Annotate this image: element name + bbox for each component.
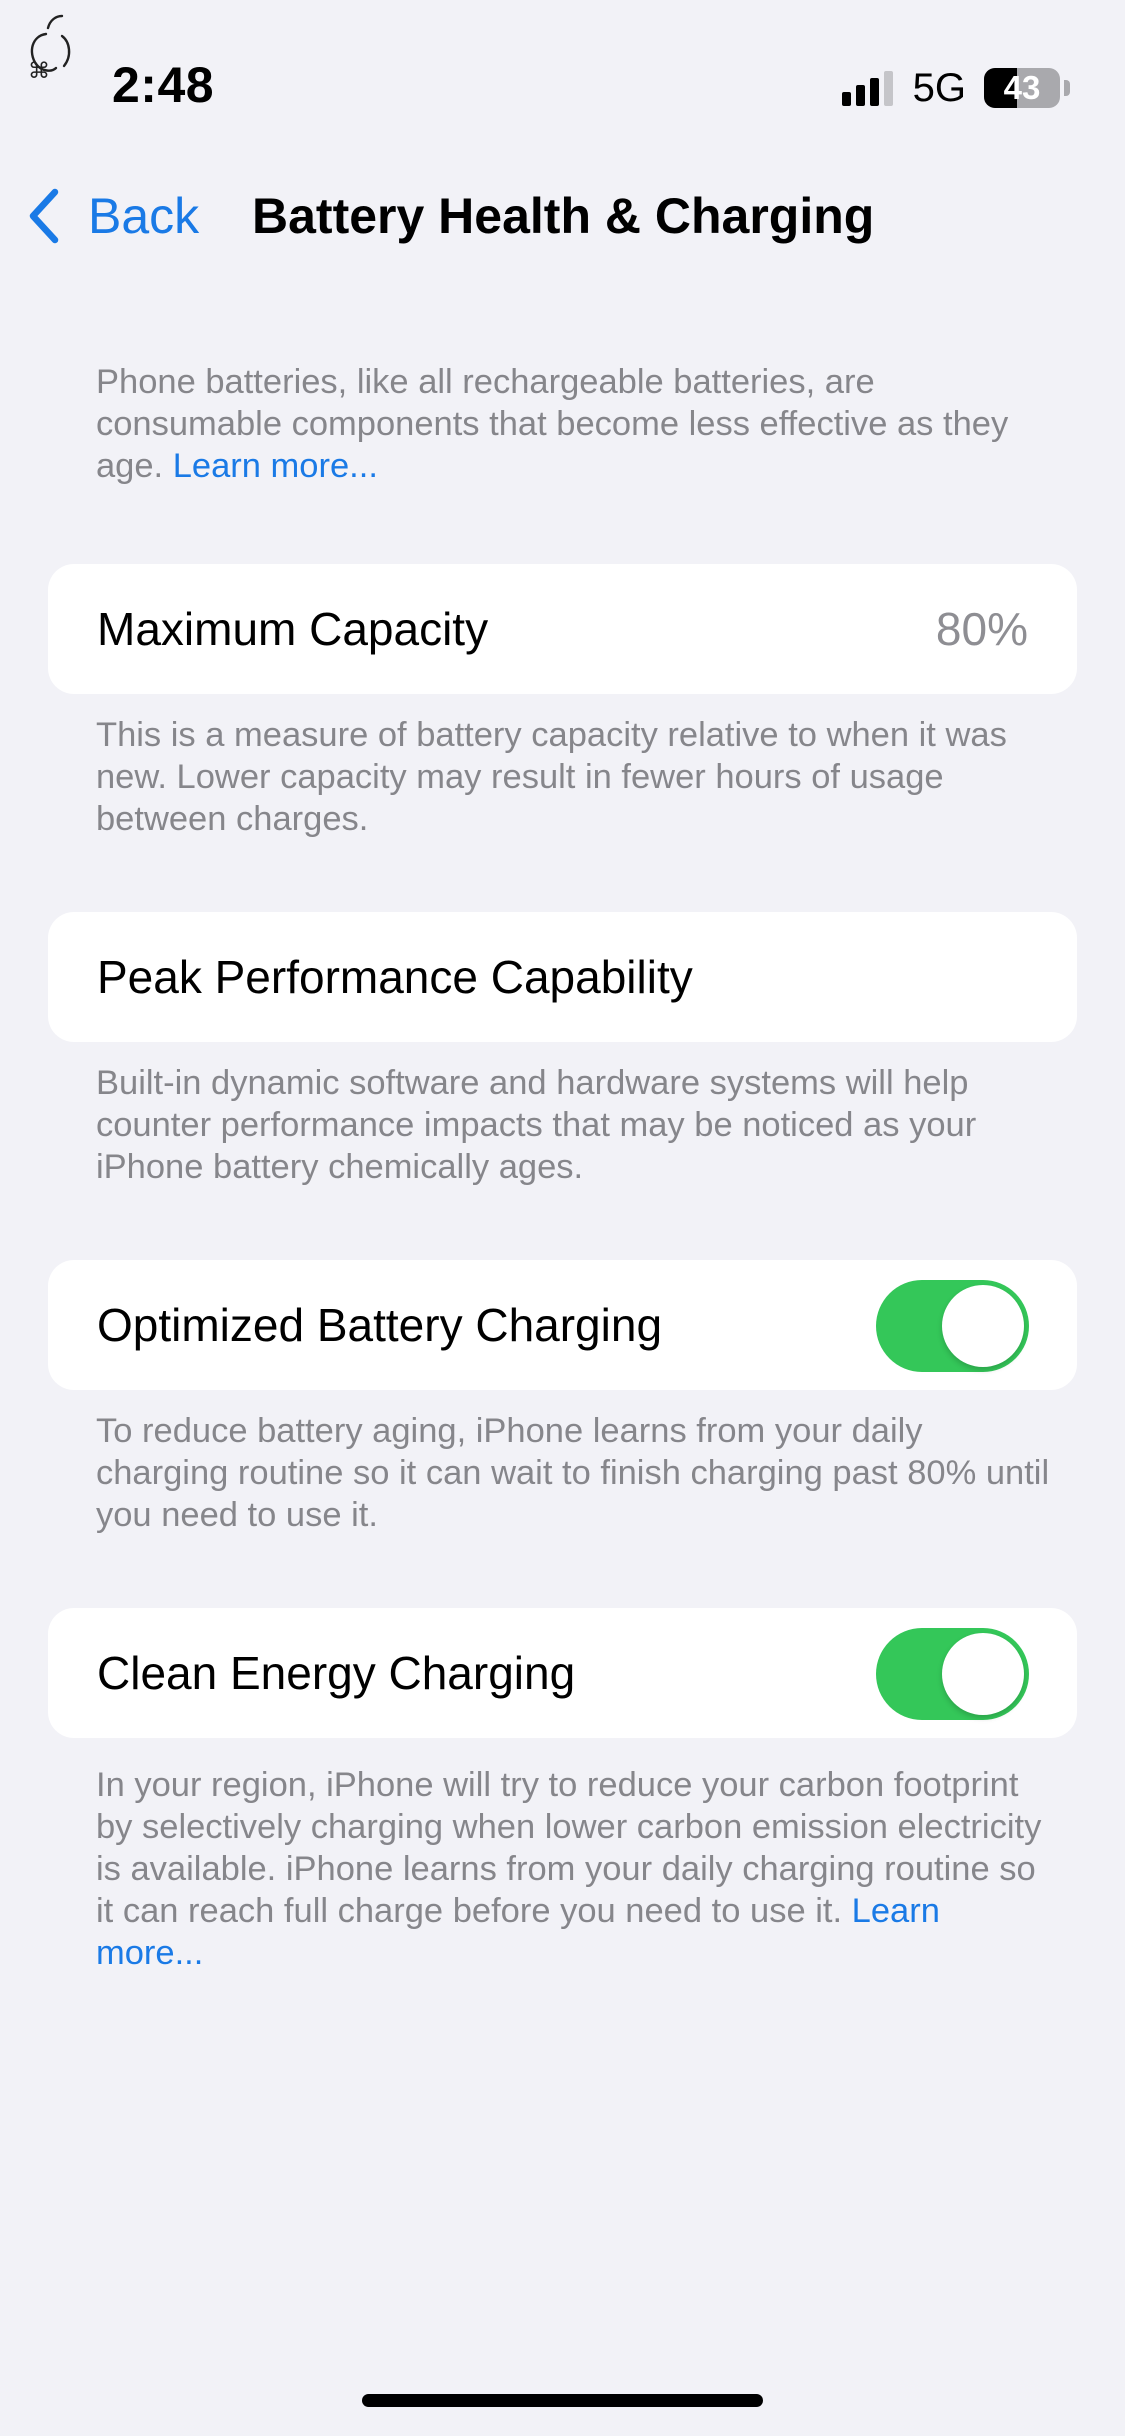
toggle-knob	[942, 1285, 1024, 1367]
battery-icon: 43	[984, 68, 1060, 108]
network-type-label: 5G	[912, 65, 966, 110]
optimized-charging-toggle[interactable]	[876, 1280, 1029, 1372]
maximum-capacity-footnote: This is a measure of battery capacity re…	[96, 716, 1007, 838]
clean-energy-label: Clean Energy Charging	[97, 1647, 576, 1699]
peak-performance-label: Peak Performance Capability	[97, 951, 693, 1003]
signal-bar	[883, 71, 893, 106]
toggle-knob	[942, 1633, 1024, 1715]
optimized-charging-row: Optimized Battery Charging	[48, 1260, 1077, 1390]
learn-more-link[interactable]: Learn more...	[173, 447, 378, 485]
maximum-capacity-row: Maximum Capacity 80%	[48, 564, 1077, 694]
signal-bar	[841, 92, 851, 106]
back-button[interactable]: Back	[24, 184, 199, 248]
navigation-bar: Back Battery Health & Charging	[0, 170, 1125, 262]
intro-description: Phone batteries, like all rechargeable b…	[96, 361, 1056, 487]
assistive-touch-icon: ⌘	[28, 14, 71, 82]
maximum-capacity-value: 80%	[935, 603, 1028, 655]
clean-energy-footnote: In your region, iPhone will try to reduc…	[96, 1764, 1056, 1974]
back-button-label: Back	[88, 188, 200, 244]
peak-performance-row[interactable]: Peak Performance Capability	[48, 912, 1077, 1042]
signal-bar	[855, 85, 865, 106]
status-time: 2:48	[112, 57, 215, 113]
battery-cap	[1064, 80, 1070, 96]
optimized-charging-footnote: To reduce battery aging, iPhone learns f…	[96, 1412, 1050, 1534]
cellular-signal-icon	[841, 70, 893, 106]
status-indicators: 5G 43	[841, 64, 1070, 112]
peak-performance-footnote: Built-in dynamic software and hardware s…	[96, 1064, 977, 1186]
svg-text:⌘: ⌘	[28, 59, 50, 82]
maximum-capacity-label: Maximum Capacity	[97, 603, 489, 655]
status-bar: ⌘ 2:48 5G 43	[0, 0, 1125, 150]
page-title: Battery Health & Charging	[252, 188, 875, 244]
optimized-charging-label: Optimized Battery Charging	[97, 1299, 663, 1351]
battery-level-text: 43	[1003, 69, 1041, 106]
clean-energy-toggle[interactable]	[876, 1628, 1029, 1720]
signal-bar	[869, 78, 879, 106]
chevron-left-icon	[29, 188, 59, 244]
clean-energy-row: Clean Energy Charging	[48, 1608, 1077, 1738]
home-indicator[interactable]	[362, 2394, 763, 2407]
